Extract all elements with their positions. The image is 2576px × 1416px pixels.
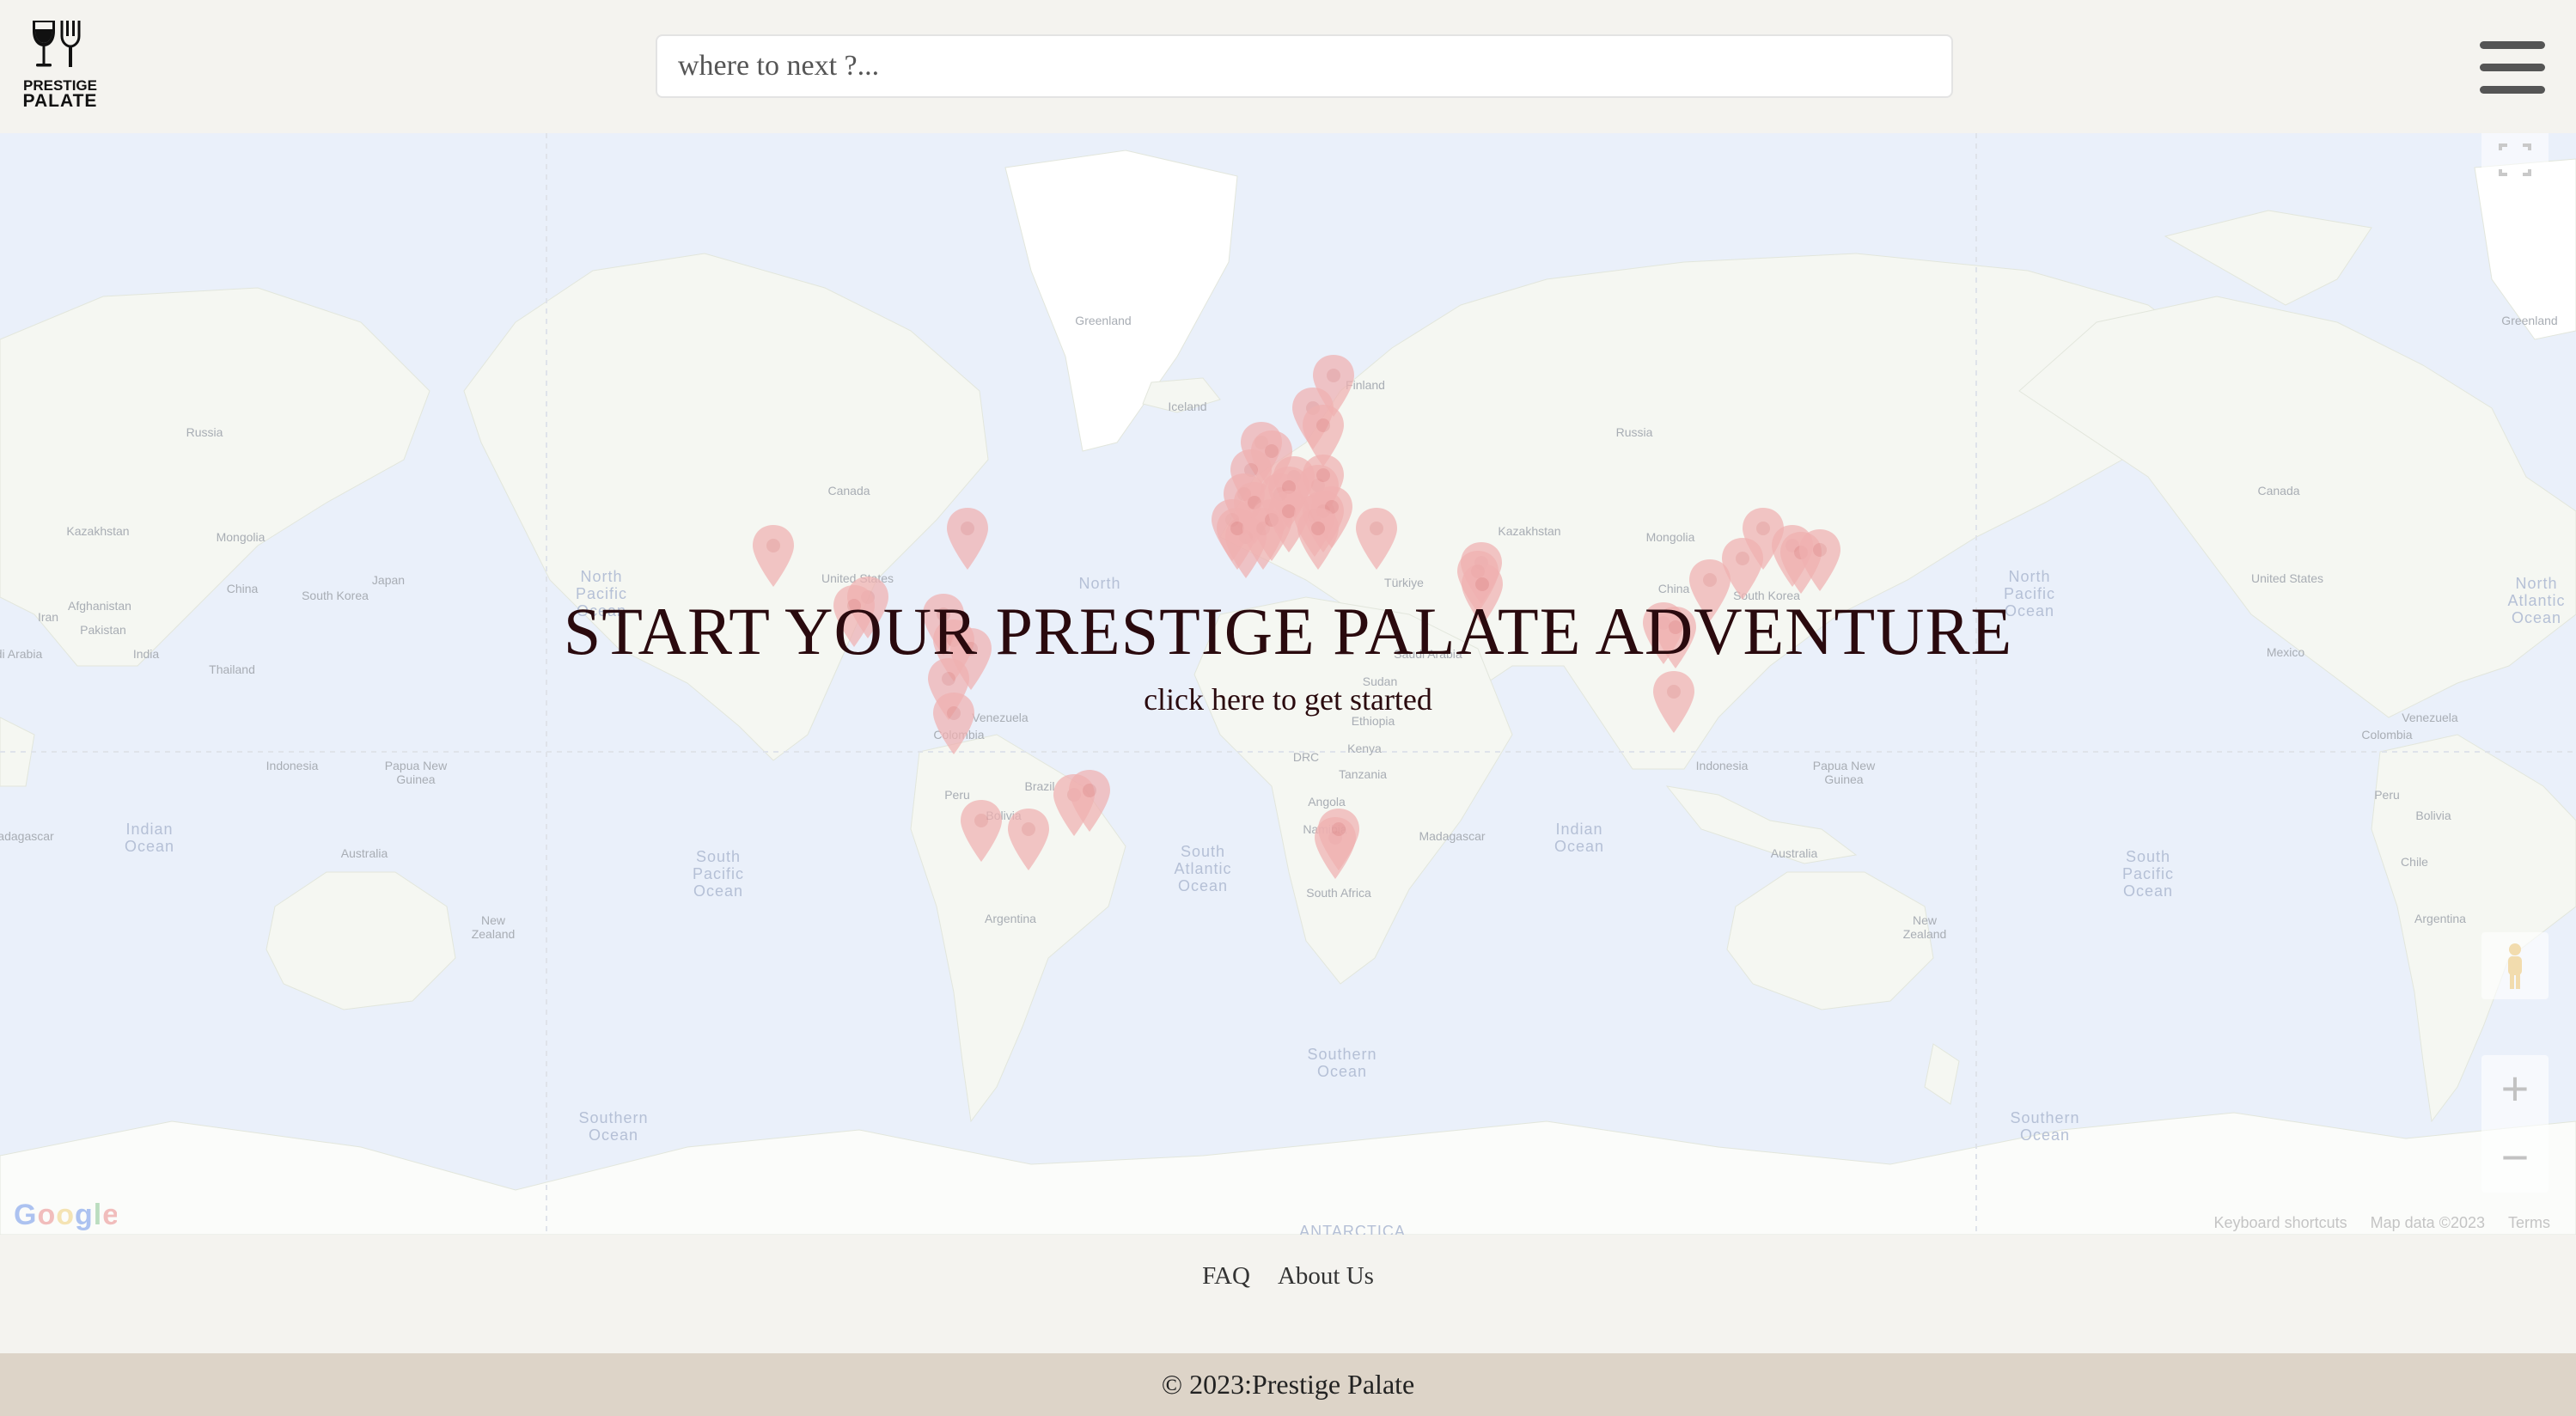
logo[interactable]: PRESTIGE PALATE <box>19 19 101 112</box>
street-view-pegman-button[interactable] <box>2481 932 2549 999</box>
map-label: Kenya <box>1347 742 1382 755</box>
map-label: Tanzania <box>1338 767 1388 781</box>
location-pin-icon[interactable] <box>1316 807 1361 872</box>
map-label: Peru <box>2374 788 2400 802</box>
ocean-label: Southern Ocean <box>1307 1046 1377 1080</box>
fullscreen-icon <box>2499 143 2531 176</box>
footer-links: FAQ About Us <box>0 1235 2576 1353</box>
map-label: Iceland <box>1168 400 1207 413</box>
map-label: Papua New Guinea <box>384 759 448 786</box>
map-label: Indonesia <box>266 759 319 772</box>
location-pin-icon[interactable] <box>945 506 990 571</box>
ocean-label: South Pacific Ocean <box>692 848 745 900</box>
map-label: adagascar <box>0 829 54 843</box>
map-label: Colombia <box>2361 728 2413 742</box>
map-label: Australia <box>340 846 388 860</box>
location-pin-icon[interactable] <box>1067 768 1112 833</box>
ocean-label: ANTARCTICA <box>1299 1223 1406 1235</box>
location-pin-icon[interactable] <box>751 523 796 589</box>
map-attribution: Keyboard shortcuts Map data ©2023 Terms <box>2195 1214 2550 1232</box>
world-map[interactable]: Greenland Greenland Iceland Finland Russ… <box>0 133 2576 1235</box>
ocean-label: South Atlantic Ocean <box>1174 843 1232 894</box>
map-label: Bolivia <box>2415 809 2451 822</box>
hero-title[interactable]: START YOUR PRESTIGE PALATE ADVENTURE <box>0 589 2576 674</box>
map-label: DRC <box>1292 750 1320 764</box>
map-label: Greenland <box>2501 314 2558 327</box>
terms-link[interactable]: Terms <box>2508 1214 2550 1231</box>
map-label: Australia <box>1770 846 1818 860</box>
map-label: Argentina <box>2414 912 2466 925</box>
map-label: Chile <box>2401 855 2428 869</box>
map-label: Greenland <box>1075 314 1132 327</box>
app: PRESTIGE PALATE where to next ?... Green… <box>0 0 2576 1416</box>
map-label: Japan <box>371 573 406 587</box>
map-label: Madagascar <box>1419 829 1486 843</box>
faq-link[interactable]: FAQ <box>1190 1262 1262 1291</box>
menu-bar-icon <box>2480 64 2545 71</box>
map-label: Indonesia <box>1695 759 1749 772</box>
map-label: Türkiye <box>1384 576 1424 589</box>
google-logo-icon: Google <box>14 1199 119 1231</box>
search-input[interactable] <box>656 34 1953 98</box>
svg-text:Google: Google <box>14 1199 117 1231</box>
zoom-out-button[interactable]: − <box>2481 1124 2549 1193</box>
map-label: South Africa <box>1306 886 1371 900</box>
map-label: Argentina <box>985 912 1036 925</box>
copyright-bar: © 2023:Prestige Palate <box>0 1353 2576 1416</box>
map-label: Brazil <box>1024 779 1055 793</box>
ocean-label: Southern Ocean <box>2010 1109 2080 1144</box>
map-label: Mongolia <box>1645 530 1695 544</box>
map-label: Papua New Guinea <box>1812 759 1876 786</box>
about-us-link[interactable]: About Us <box>1266 1262 1386 1291</box>
hero-subtitle[interactable]: click here to get started <box>0 681 2576 717</box>
google-logo[interactable]: Google <box>14 1197 119 1235</box>
location-pin-icon[interactable] <box>1006 807 1051 872</box>
ocean-label: Southern Ocean <box>578 1109 649 1144</box>
map-label: Kazakhstan <box>1498 524 1561 538</box>
map-label: Russia <box>186 425 223 439</box>
map-label: United States <box>2250 571 2324 585</box>
location-pin-icon[interactable] <box>1354 506 1399 571</box>
pegman-icon <box>2508 943 2522 989</box>
menu-bar-icon <box>2480 86 2545 94</box>
location-pin-icon[interactable] <box>959 798 1004 864</box>
map-label: Kazakhstan <box>66 524 130 538</box>
ocean-label: South Pacific Ocean <box>2121 848 2175 900</box>
location-pin-icon[interactable] <box>1798 528 1842 593</box>
hero-call-to-action[interactable]: START YOUR PRESTIGE PALATE ADVENTURE cli… <box>0 589 2576 717</box>
ocean-label: Indian Ocean <box>1554 821 1605 855</box>
location-pin-icon[interactable] <box>1296 506 1340 571</box>
keyboard-shortcuts-link[interactable]: Keyboard shortcuts <box>2214 1214 2347 1231</box>
logo-text-line2: PALATE <box>22 91 98 111</box>
zoom-in-button[interactable]: + <box>2481 1055 2549 1124</box>
ocean-label: Indian Ocean <box>124 821 175 855</box>
header: PRESTIGE PALATE <box>0 0 2576 133</box>
map-label: Mongolia <box>216 530 266 544</box>
map-label: Canada <box>2257 484 2300 497</box>
wine-glass-fork-icon <box>33 21 81 67</box>
map-data-text: Map data ©2023 <box>2370 1214 2485 1231</box>
map-label: Russia <box>1615 425 1653 439</box>
menu-bar-icon <box>2480 41 2545 49</box>
fullscreen-button[interactable] <box>2481 133 2549 192</box>
map-label: New Zealand <box>471 913 516 941</box>
map-label: Canada <box>827 484 870 497</box>
hamburger-menu-button[interactable] <box>2480 41 2545 95</box>
map-label: New Zealand <box>1902 913 1947 941</box>
